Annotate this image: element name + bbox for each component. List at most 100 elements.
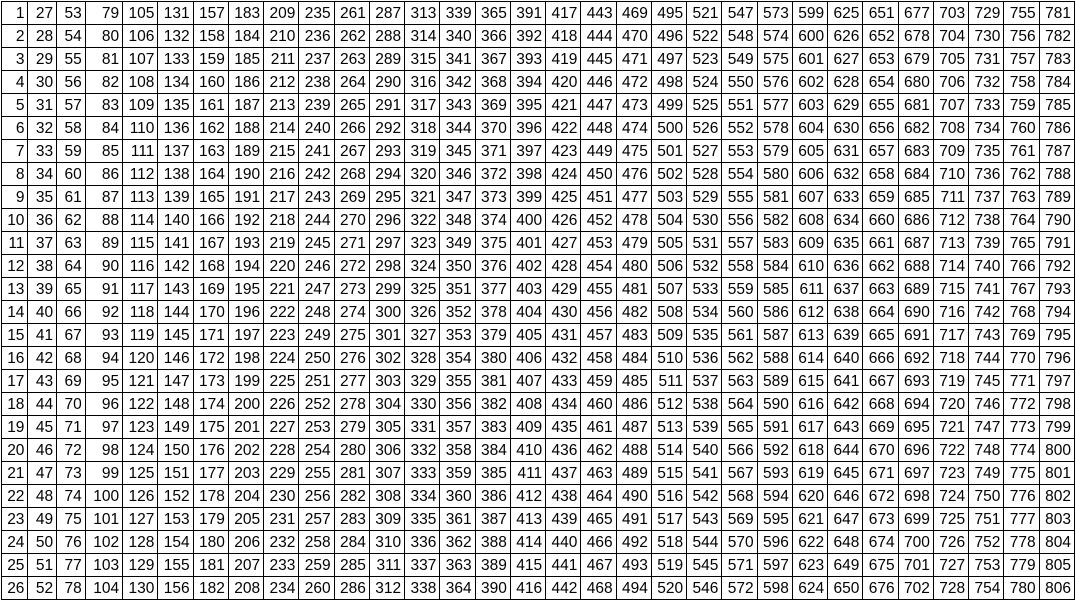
- table-cell: 368: [474, 70, 511, 94]
- table-cell: 239: [298, 93, 335, 117]
- table-cell: 319: [404, 139, 441, 163]
- table-cell: 84: [84, 116, 124, 140]
- table-cell: 769: [1003, 323, 1040, 347]
- table-cell: 576: [756, 70, 793, 94]
- table-cell: 226: [263, 392, 300, 416]
- table-cell: 242: [298, 162, 335, 186]
- table-cell: 420: [545, 70, 582, 94]
- table-cell: 516: [650, 484, 688, 508]
- table-cell: 594: [756, 484, 793, 508]
- table-cell: 515: [650, 461, 688, 485]
- table-cell: 240: [298, 116, 335, 140]
- table-cell: 785: [1038, 93, 1076, 117]
- table-cell: 39: [27, 277, 58, 301]
- table-cell: 604: [791, 116, 829, 140]
- table-cell: 42: [27, 346, 58, 370]
- table-cell: 474: [615, 116, 652, 140]
- table-cell: 618: [791, 438, 829, 462]
- table-cell: 693: [897, 369, 934, 393]
- table-cell: 411: [509, 461, 547, 485]
- table-cell: 754: [968, 576, 1005, 600]
- table-cell: 264: [333, 70, 370, 94]
- table-cell: 170: [192, 300, 229, 324]
- table-cell: 673: [862, 507, 899, 531]
- table-cell: 795: [1038, 323, 1076, 347]
- table-cell: 705: [932, 47, 970, 71]
- table-cell: 762: [1003, 162, 1040, 186]
- table-cell: 498: [650, 70, 688, 94]
- table-cell: 235: [298, 1, 335, 25]
- table-cell: 201: [227, 415, 265, 439]
- table-cell: 421: [545, 93, 582, 117]
- table-cell: 50: [27, 530, 58, 554]
- table-row: 23 49 75 101 127 153 179 205 231 257 283 309 335 361 3…: [0, 507, 1076, 531]
- table-cell: 72: [56, 438, 86, 462]
- table-cell: 152: [157, 484, 194, 508]
- table-cell: 488: [615, 438, 652, 462]
- table-cell: 706: [932, 70, 970, 94]
- table-cell: 253: [298, 415, 335, 439]
- table-cell: 638: [827, 300, 864, 324]
- table-cell: 89: [84, 231, 124, 255]
- table-cell: 553: [721, 139, 758, 163]
- table-cell: 333: [404, 461, 441, 485]
- table-cell: 348: [439, 208, 476, 232]
- table-cell: 704: [932, 24, 970, 48]
- table-cell: 83: [84, 93, 124, 117]
- table-cell: 278: [333, 392, 370, 416]
- table-cell: 190: [227, 162, 265, 186]
- table-cell: 123: [122, 415, 159, 439]
- table-cell: 220: [263, 254, 300, 278]
- table-cell: 119: [122, 323, 159, 347]
- table-cell: 746: [968, 392, 1005, 416]
- table-cell: 244: [298, 208, 335, 232]
- table-cell: 205: [227, 507, 265, 531]
- table-cell: 199: [227, 369, 265, 393]
- table-cell: 781: [1038, 1, 1076, 25]
- table-cell: 56: [56, 70, 86, 94]
- table-cell: 138: [157, 162, 194, 186]
- table-cell: 539: [686, 415, 723, 439]
- table-cell: 153: [157, 507, 194, 531]
- table-cell: 700: [897, 530, 934, 554]
- table-row: 24 50 76 102 128 154 180 206 232 258 284 310 336 362 3…: [0, 530, 1076, 554]
- table-cell: 406: [509, 346, 547, 370]
- table-cell: 306: [368, 438, 406, 462]
- table-cell: 180: [192, 530, 229, 554]
- table-cell: 575: [756, 47, 793, 71]
- table-cell: 460: [580, 392, 617, 416]
- table-cell: 389: [474, 553, 511, 577]
- table-cell: 312: [368, 576, 406, 600]
- table-cell: 469: [615, 1, 652, 25]
- table-cell: 776: [1003, 484, 1040, 508]
- table-cell: 583: [756, 231, 793, 255]
- table-cell: 228: [263, 438, 300, 462]
- table-cell: 297: [368, 231, 406, 255]
- table-cell: 237: [298, 47, 335, 71]
- table-cell: 339: [439, 1, 476, 25]
- table-cell: 518: [650, 530, 688, 554]
- table-cell: 670: [862, 438, 899, 462]
- table-cell: 566: [721, 438, 758, 462]
- table-cell: 442: [545, 576, 582, 600]
- table-row: 13 39 65 91 117 143 169 195 221 247 273 299 325 351 37…: [0, 277, 1076, 301]
- table-cell: 423: [545, 139, 582, 163]
- table-cell: 222: [263, 300, 300, 324]
- table-cell: 266: [333, 116, 370, 140]
- table-cell: 284: [333, 530, 370, 554]
- table-cell: 612: [791, 300, 829, 324]
- table-cell: 59: [56, 139, 86, 163]
- table-cell: 254: [298, 438, 335, 462]
- table-cell: 760: [1003, 116, 1040, 140]
- table-cell: 169: [192, 277, 229, 301]
- table-cell: 457: [580, 323, 617, 347]
- table-cell: 282: [333, 484, 370, 508]
- table-cell: 352: [439, 300, 476, 324]
- table-cell: 257: [298, 507, 335, 531]
- table-cell: 77: [56, 553, 86, 577]
- table-cell: 532: [686, 254, 723, 278]
- table-cell: 303: [368, 369, 406, 393]
- table-cell: 206: [227, 530, 265, 554]
- table-cell: 28: [27, 24, 58, 48]
- table-row: 8 34 60 86 112 138 164 190 216 242 268 294 320 346 372…: [0, 162, 1076, 186]
